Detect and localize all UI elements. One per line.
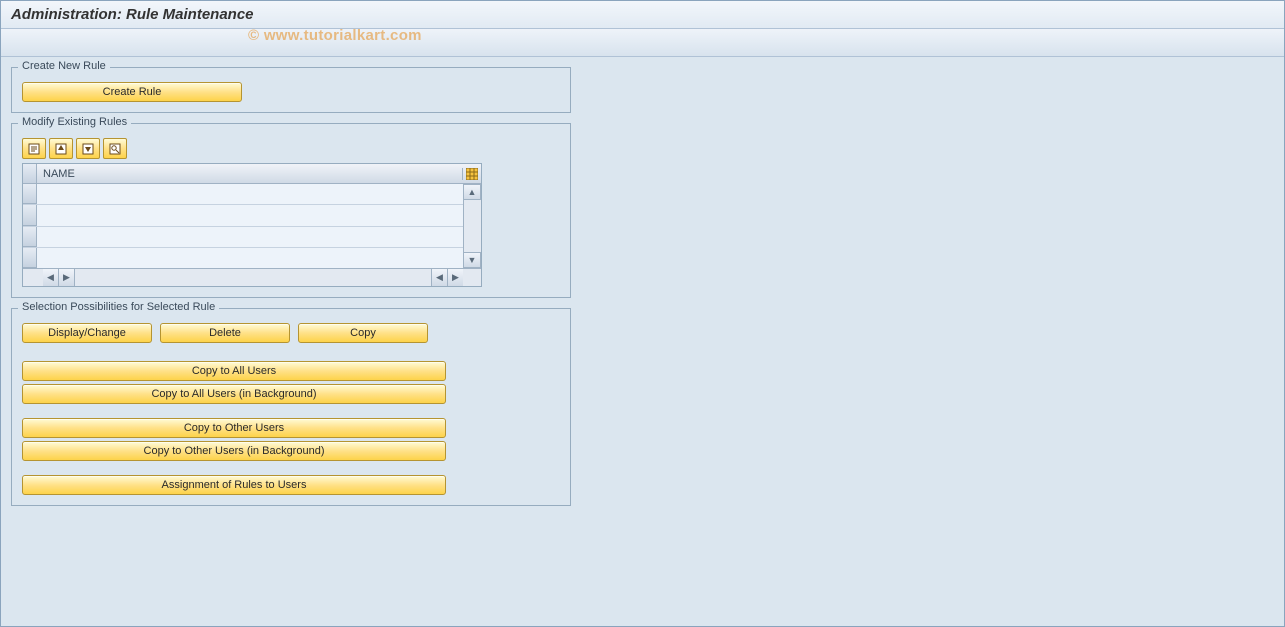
- copy-to-all-users-bg-button[interactable]: Copy to All Users (in Background): [22, 384, 446, 404]
- copy-button[interactable]: Copy: [298, 323, 428, 343]
- table-row[interactable]: [23, 184, 463, 205]
- scroll-down-icon[interactable]: ▼: [464, 252, 481, 268]
- window-title: Administration: Rule Maintenance: [11, 6, 254, 23]
- sort-desc-icon: [81, 142, 95, 156]
- panel-title-create: Create New Rule: [18, 60, 110, 72]
- delete-label: Delete: [209, 327, 241, 339]
- grid-toolbar: [22, 138, 560, 159]
- sort-asc-icon-button[interactable]: [49, 138, 73, 159]
- content-area: Create New Rule Create Rule Modify Exist…: [1, 57, 1284, 526]
- create-rule-button[interactable]: Create Rule: [22, 82, 242, 102]
- row-selector[interactable]: [23, 248, 37, 268]
- copy-to-other-users-label: Copy to Other Users: [184, 422, 284, 434]
- copy-to-all-users-bg-label: Copy to All Users (in Background): [151, 388, 316, 400]
- panel-title-modify: Modify Existing Rules: [18, 116, 131, 128]
- grid-settings-icon: [466, 168, 478, 180]
- create-new-rule-panel: Create New Rule Create Rule: [11, 67, 571, 113]
- find-icon-button[interactable]: [103, 138, 127, 159]
- application-toolbar: © www.tutorialkart.com: [1, 29, 1284, 57]
- table-row[interactable]: [23, 227, 463, 248]
- grid-cell-name[interactable]: [37, 205, 463, 225]
- window-title-bar: Administration: Rule Maintenance: [1, 1, 1284, 29]
- row-selector[interactable]: [23, 227, 37, 247]
- modify-existing-rules-panel: Modify Existing Rules NAME: [11, 123, 571, 298]
- copy-to-other-users-button[interactable]: Copy to Other Users: [22, 418, 446, 438]
- scroll-up-icon[interactable]: ▲: [464, 184, 481, 200]
- find-icon: [108, 142, 122, 156]
- sort-desc-icon-button[interactable]: [76, 138, 100, 159]
- details-icon: [27, 142, 41, 156]
- row-selector[interactable]: [23, 184, 37, 204]
- table-row[interactable]: [23, 205, 463, 226]
- rules-grid: NAME: [22, 163, 482, 287]
- grid-select-all[interactable]: [23, 164, 37, 183]
- delete-button[interactable]: Delete: [160, 323, 290, 343]
- copy-label: Copy: [350, 327, 376, 339]
- create-rule-button-label: Create Rule: [103, 86, 162, 98]
- display-change-button[interactable]: Display/Change: [22, 323, 152, 343]
- assignment-rules-label: Assignment of Rules to Users: [162, 479, 307, 491]
- grid-header-row: NAME: [23, 164, 481, 184]
- scroll-right-end-icon[interactable]: ▶: [447, 269, 463, 286]
- grid-body: ▲ ▼: [23, 184, 481, 268]
- assignment-rules-button[interactable]: Assignment of Rules to Users: [22, 475, 446, 495]
- copy-to-all-users-button[interactable]: Copy to All Users: [22, 361, 446, 381]
- scroll-left-icon[interactable]: ▶: [59, 269, 75, 286]
- table-row[interactable]: [23, 248, 463, 268]
- copy-to-all-users-label: Copy to All Users: [192, 365, 276, 377]
- grid-rows: [23, 184, 463, 268]
- watermark-text: © www.tutorialkart.com: [248, 27, 422, 44]
- horizontal-scrollbar[interactable]: ◀ ▶ ◀ ▶: [23, 268, 481, 286]
- panel-title-selection: Selection Possibilities for Selected Rul…: [18, 301, 219, 313]
- selection-possibilities-panel: Selection Possibilities for Selected Rul…: [11, 308, 571, 506]
- grid-cell-name[interactable]: [37, 184, 463, 204]
- grid-cell-name[interactable]: [37, 227, 463, 247]
- copy-to-other-users-bg-label: Copy to Other Users (in Background): [144, 445, 325, 457]
- copy-to-other-users-bg-button[interactable]: Copy to Other Users (in Background): [22, 441, 446, 461]
- grid-settings-button[interactable]: [463, 168, 481, 180]
- display-change-label: Display/Change: [48, 327, 126, 339]
- scroll-right-icon[interactable]: ◀: [431, 269, 447, 286]
- scroll-left-start-icon[interactable]: ◀: [43, 269, 59, 286]
- details-icon-button[interactable]: [22, 138, 46, 159]
- grid-column-name[interactable]: NAME: [37, 168, 463, 180]
- grid-cell-name[interactable]: [37, 248, 463, 268]
- sort-asc-icon: [54, 142, 68, 156]
- row-selector[interactable]: [23, 205, 37, 225]
- vertical-scrollbar[interactable]: ▲ ▼: [463, 184, 481, 268]
